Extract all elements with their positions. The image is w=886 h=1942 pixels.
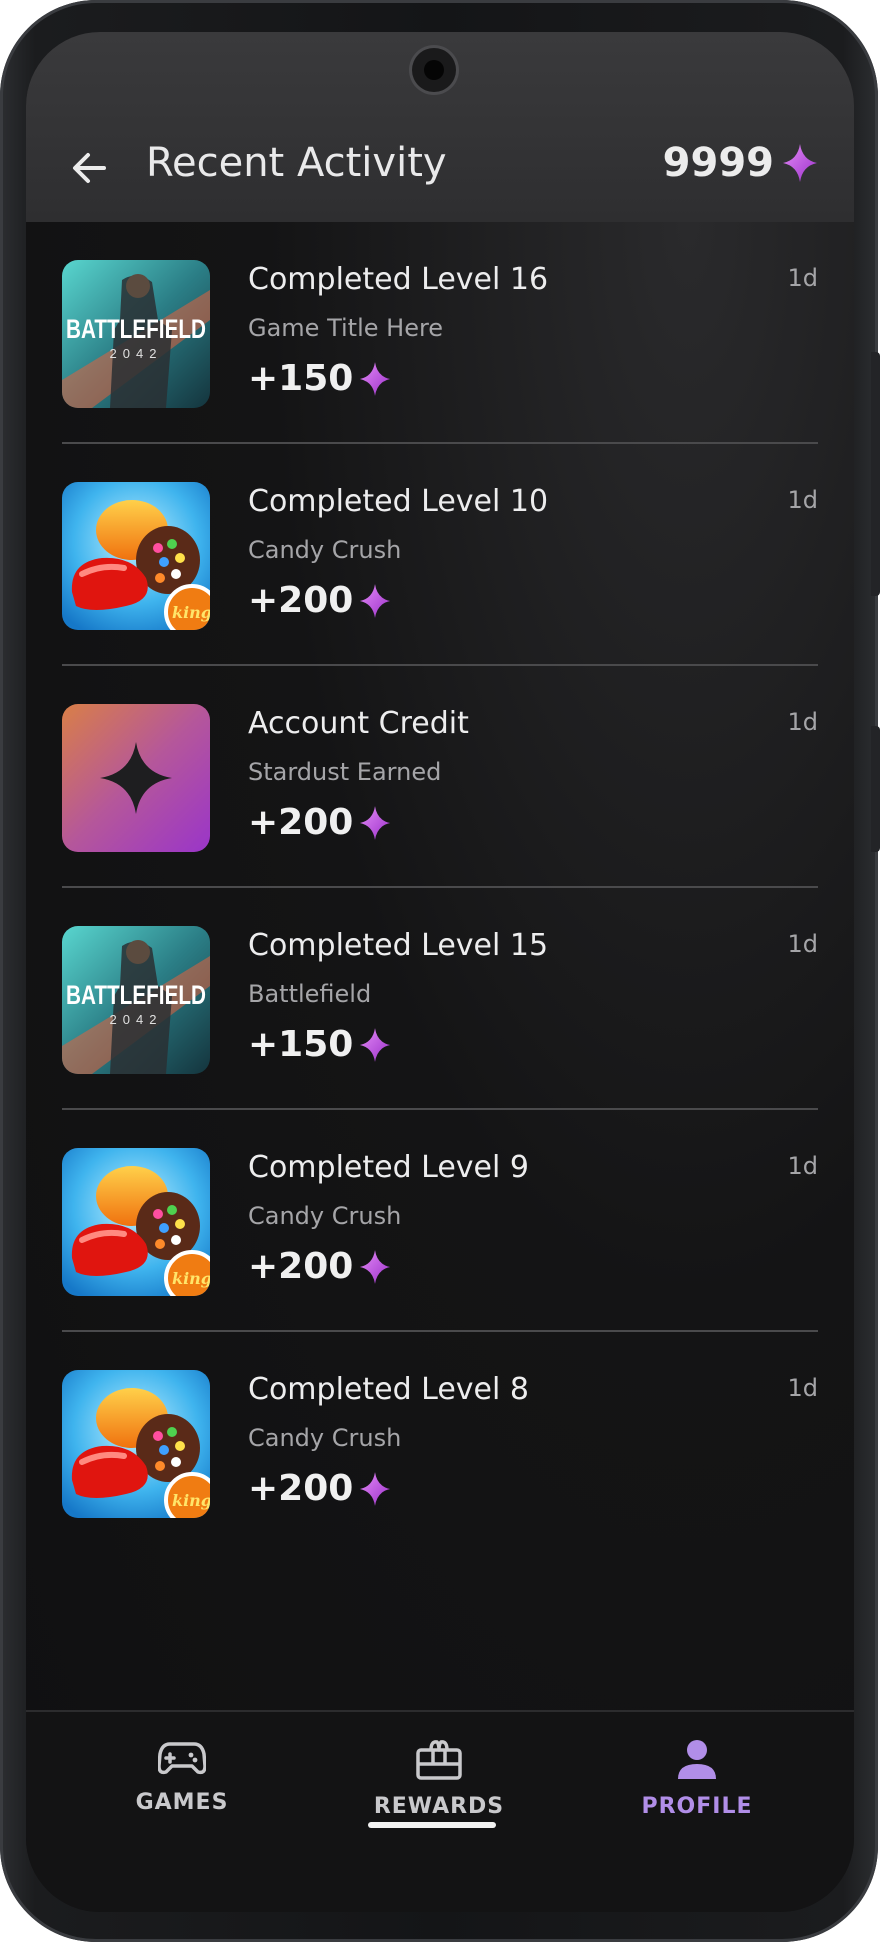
nav-label-profile: PROFILE [641, 1794, 753, 1819]
battlefield-logo-year: 2042 [110, 346, 163, 361]
page-title: Recent Activity [146, 140, 447, 186]
candy-crush-game-icon: king [62, 1370, 210, 1518]
activity-title: Completed Level 15 [248, 928, 549, 963]
activity-reward: +200 [248, 802, 391, 843]
reward-amount: +150 [248, 1024, 354, 1065]
stardust-sparkle-icon [360, 1471, 391, 1506]
activity-thumbnail: BATTLEFIELD 2042 [62, 926, 210, 1074]
activity-reward: +200 [248, 580, 391, 621]
stardust-sparkle-icon [360, 805, 391, 840]
activity-row[interactable]: king Completed Level 8 Candy Crush 1d +200 [62, 1332, 818, 1552]
person-icon [678, 1740, 716, 1779]
activity-row[interactable]: BATTLEFIELD 2042 Completed Level 16 Game Ti… [62, 222, 818, 444]
king-badge-text: king [172, 1269, 210, 1288]
activity-thumbnail: king [62, 1370, 210, 1518]
nav-tab-rewards[interactable]: REWARDS [339, 1738, 539, 1819]
reward-amount: +200 [248, 802, 354, 843]
activity-time: 1d [787, 1152, 818, 1180]
king-badge-text: king [172, 603, 210, 622]
activity-subtitle: Battlefield [248, 980, 372, 1008]
activity-row[interactable]: BATTLEFIELD 2042 Completed Level 15 Battlef… [62, 888, 818, 1110]
activity-title: Completed Level 10 [248, 484, 549, 519]
activity-time: 1d [787, 264, 818, 292]
power-button [871, 726, 880, 852]
activity-title: Completed Level 16 [248, 262, 549, 297]
nav-label-games: GAMES [135, 1790, 229, 1815]
bottom-nav: GAMES REWARDS PROFILE [26, 1710, 854, 1912]
battlefield-logo-text: BATTLEFIELD [66, 980, 206, 1010]
king-badge-text: king [172, 1491, 210, 1510]
reward-amount: +200 [248, 580, 354, 621]
activity-subtitle: Candy Crush [248, 536, 402, 564]
battlefield-logo-text: BATTLEFIELD [66, 314, 206, 344]
activity-subtitle: Stardust Earned [248, 758, 442, 786]
home-indicator[interactable] [368, 1822, 496, 1828]
nav-label-rewards: REWARDS [373, 1794, 505, 1819]
battlefield-logo-year: 2042 [110, 1012, 163, 1027]
battlefield-game-icon: BATTLEFIELD 2042 [62, 260, 210, 408]
phone-frame: Recent Activity 9999 BATTLEFIELD 2042 Comp… [0, 0, 880, 1942]
activity-time: 1d [787, 1374, 818, 1402]
reward-amount: +150 [248, 358, 354, 399]
activity-reward: +200 [248, 1246, 391, 1287]
activity-reward: +200 [248, 1468, 391, 1509]
balance-value: 9999 [662, 140, 774, 186]
stardust-sparkle-icon [360, 361, 391, 396]
nav-tab-profile[interactable]: PROFILE [597, 1738, 797, 1819]
stardust-balance: 9999 [663, 140, 818, 186]
volume-button [871, 352, 880, 596]
back-button[interactable] [68, 146, 112, 190]
activity-subtitle: Candy Crush [248, 1202, 402, 1230]
app-screen: Recent Activity 9999 BATTLEFIELD 2042 Comp… [26, 32, 854, 1912]
candy-crush-game-icon: king [62, 482, 210, 630]
stardust-sparkle-icon [360, 583, 391, 618]
activity-row[interactable]: king Completed Level 9 Candy Crush 1d +200 [62, 1110, 818, 1332]
activity-row[interactable]: king Completed Level 10 Candy Crush 1d +200 [62, 444, 818, 666]
activity-thumbnail: king [62, 1148, 210, 1296]
activity-title: Completed Level 9 [248, 1150, 529, 1185]
reward-amount: +200 [248, 1246, 354, 1287]
app-header: Recent Activity 9999 [26, 32, 854, 222]
reward-amount: +200 [248, 1468, 354, 1509]
gift-card-icon [416, 1740, 462, 1780]
activity-title: Completed Level 8 [248, 1372, 529, 1407]
stardust-sparkle-icon [360, 1249, 391, 1284]
stardust-sparkle-icon [783, 144, 817, 182]
activity-thumbnail: king [62, 482, 210, 630]
activity-thumbnail [62, 704, 210, 852]
arrow-left-icon [73, 153, 106, 183]
activity-reward: +150 [248, 358, 391, 399]
gamepad-icon [158, 1742, 206, 1775]
front-camera [412, 48, 456, 92]
activity-thumbnail: BATTLEFIELD 2042 [62, 260, 210, 408]
battlefield-game-icon: BATTLEFIELD 2042 [62, 926, 210, 1074]
activity-reward: +150 [248, 1024, 391, 1065]
activity-subtitle: Candy Crush [248, 1424, 402, 1452]
activity-title: Account Credit [248, 706, 469, 741]
stardust-sparkle-icon [360, 1027, 391, 1062]
activity-row[interactable]: Account Credit Stardust Earned 1d +200 [62, 666, 818, 888]
nav-tab-games[interactable]: GAMES [82, 1738, 282, 1815]
activity-list: BATTLEFIELD 2042 Completed Level 16 Game Ti… [62, 222, 818, 1552]
activity-time: 1d [787, 486, 818, 514]
activity-time: 1d [787, 930, 818, 958]
account-credit-icon [62, 704, 210, 852]
candy-crush-game-icon: king [62, 1148, 210, 1296]
activity-subtitle: Game Title Here [248, 314, 444, 342]
activity-time: 1d [787, 708, 818, 736]
